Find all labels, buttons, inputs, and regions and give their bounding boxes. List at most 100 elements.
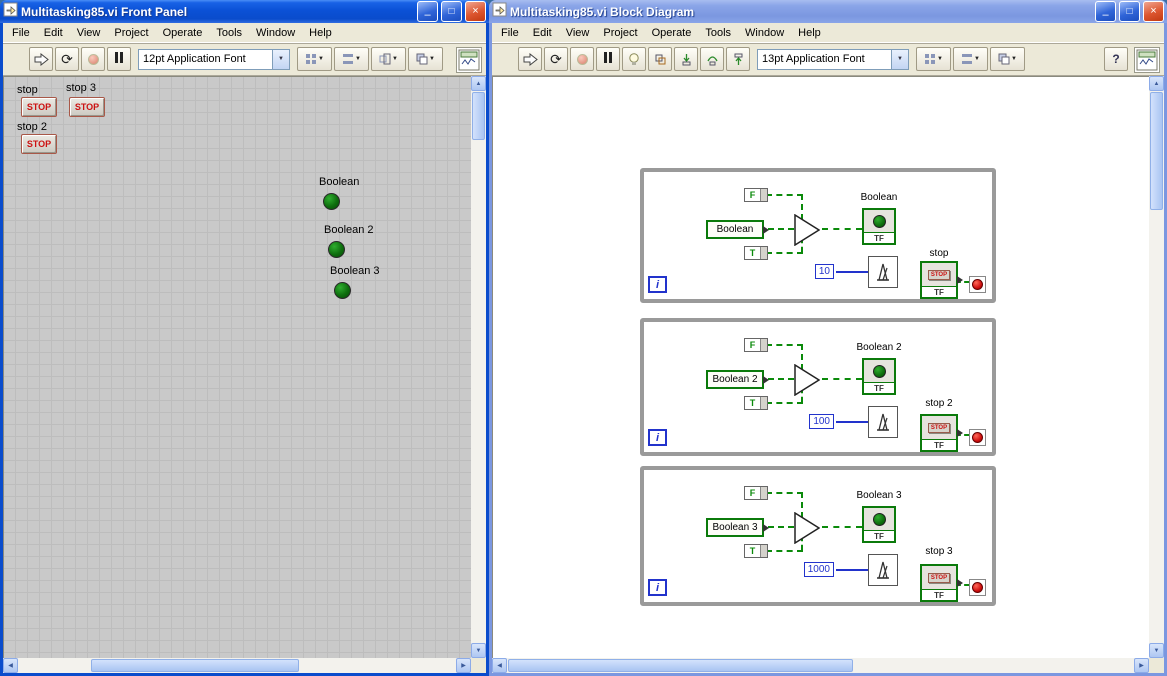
horizontal-scrollbar[interactable]: ◀ ▶: [3, 658, 471, 673]
step-into-button[interactable]: [674, 47, 698, 71]
menu-edit[interactable]: Edit: [37, 24, 70, 42]
menu-window[interactable]: Window: [249, 24, 302, 42]
boolean2-led[interactable]: [328, 241, 345, 258]
scroll-down-icon[interactable]: ▼: [471, 643, 486, 658]
close-button[interactable]: ×: [465, 1, 486, 22]
stop3-button[interactable]: STOP: [69, 97, 105, 117]
while-loop-2[interactable]: F Boolean 2 T Boolean 2 TF 100 stop 2 ST…: [640, 318, 996, 456]
reorder-objects-button[interactable]: ▼: [990, 47, 1025, 71]
scroll-up-icon[interactable]: ▲: [1149, 76, 1164, 91]
scrollbar-thumb[interactable]: [508, 659, 853, 672]
font-selector[interactable]: 13pt Application Font ▼: [757, 48, 909, 70]
title-bar[interactable]: Multitasking85.vi Front Panel – □ ×: [0, 0, 489, 23]
boolean-indicator-terminal[interactable]: TF: [862, 358, 896, 395]
menu-help[interactable]: Help: [302, 24, 339, 42]
iteration-terminal[interactable]: i: [648, 579, 667, 596]
vertical-scrollbar[interactable]: ▲ ▼: [471, 76, 486, 658]
combo-dropdown-icon[interactable]: ▼: [891, 49, 908, 69]
step-out-button[interactable]: [726, 47, 750, 71]
boolean-indicator-terminal[interactable]: TF: [862, 506, 896, 543]
stop-button-terminal[interactable]: STOP TF: [920, 261, 963, 299]
scroll-right-icon[interactable]: ▶: [1134, 658, 1149, 673]
abort-button[interactable]: [570, 47, 594, 71]
menu-tools[interactable]: Tools: [209, 24, 249, 42]
context-help-button[interactable]: ?: [1104, 47, 1128, 71]
boolean-control-terminal[interactable]: Boolean: [706, 220, 769, 239]
close-button[interactable]: ×: [1143, 1, 1164, 22]
true-constant[interactable]: T: [744, 396, 768, 410]
retain-wire-values-button[interactable]: [648, 47, 672, 71]
boolean3-led[interactable]: [334, 282, 351, 299]
front-panel-canvas[interactable]: stop stop 3 STOP STOP stop 2 STOP Boolea…: [3, 76, 486, 673]
iteration-terminal[interactable]: i: [648, 276, 667, 293]
stop2-button[interactable]: STOP: [21, 134, 57, 154]
menu-operate[interactable]: Operate: [156, 24, 210, 42]
pause-button[interactable]: [107, 47, 131, 71]
boolean-indicator-terminal[interactable]: TF: [862, 208, 896, 245]
menu-operate[interactable]: Operate: [645, 24, 699, 42]
scroll-up-icon[interactable]: ▲: [471, 76, 486, 91]
scroll-left-icon[interactable]: ◀: [492, 658, 507, 673]
wait-ms-constant[interactable]: 1000: [803, 562, 834, 577]
true-constant[interactable]: T: [744, 544, 768, 558]
run-continuously-button[interactable]: ⟳: [544, 47, 568, 71]
vertical-scrollbar[interactable]: ▲ ▼: [1149, 76, 1164, 658]
wait-ms-constant[interactable]: 100: [809, 414, 834, 429]
wait-ms-constant[interactable]: 10: [814, 264, 834, 279]
scroll-right-icon[interactable]: ▶: [456, 658, 471, 673]
distribute-objects-button[interactable]: ▼: [953, 47, 988, 71]
font-selector[interactable]: 12pt Application Font ▼: [138, 48, 290, 70]
false-constant[interactable]: F: [744, 338, 768, 352]
minimize-button[interactable]: –: [417, 1, 438, 22]
menu-project[interactable]: Project: [596, 24, 644, 42]
wait-ms-function[interactable]: [868, 554, 898, 586]
run-button[interactable]: [29, 47, 53, 71]
menu-edit[interactable]: Edit: [526, 24, 559, 42]
select-function[interactable]: [794, 511, 821, 545]
menu-view[interactable]: View: [559, 24, 597, 42]
stop-button[interactable]: STOP: [21, 97, 57, 117]
boolean-control-terminal[interactable]: Boolean 3: [706, 518, 769, 537]
align-objects-button[interactable]: ▼: [297, 47, 332, 71]
run-continuously-button[interactable]: ⟳: [55, 47, 79, 71]
distribute-objects-button[interactable]: ▼: [334, 47, 369, 71]
wait-ms-function[interactable]: [868, 406, 898, 438]
horizontal-scrollbar[interactable]: ◀ ▶: [492, 658, 1149, 673]
align-objects-button[interactable]: ▼: [916, 47, 951, 71]
menu-view[interactable]: View: [70, 24, 108, 42]
pause-button[interactable]: [596, 47, 620, 71]
menu-project[interactable]: Project: [107, 24, 155, 42]
scrollbar-thumb[interactable]: [472, 92, 485, 140]
abort-button[interactable]: [81, 47, 105, 71]
step-over-button[interactable]: [700, 47, 724, 71]
menu-help[interactable]: Help: [791, 24, 828, 42]
resize-objects-button[interactable]: ▼: [371, 47, 406, 71]
scroll-left-icon[interactable]: ◀: [3, 658, 18, 673]
while-loop-1[interactable]: F Boolean T Boolean TF 10 stop STOP TF i: [640, 168, 996, 303]
menu-tools[interactable]: Tools: [698, 24, 738, 42]
iteration-terminal[interactable]: i: [648, 429, 667, 446]
minimize-button[interactable]: –: [1095, 1, 1116, 22]
block-diagram-canvas[interactable]: F Boolean T Boolean TF 10 stop STOPTF i: [492, 76, 1164, 673]
run-button[interactable]: [518, 47, 542, 71]
menu-file[interactable]: File: [494, 24, 526, 42]
boolean-control-terminal[interactable]: Boolean 2: [706, 370, 769, 389]
stop-button-terminal[interactable]: STOP TF: [920, 414, 963, 452]
select-function[interactable]: [794, 213, 821, 247]
highlight-execution-button[interactable]: [622, 47, 646, 71]
loop-condition-terminal[interactable]: [969, 579, 986, 596]
scrollbar-thumb[interactable]: [1150, 92, 1163, 210]
combo-dropdown-icon[interactable]: ▼: [272, 49, 289, 69]
menu-window[interactable]: Window: [738, 24, 791, 42]
boolean-led[interactable]: [323, 193, 340, 210]
loop-condition-terminal[interactable]: [969, 276, 986, 293]
menu-file[interactable]: File: [5, 24, 37, 42]
while-loop-3[interactable]: F Boolean 3 T Boolean 3 TF 1000 stop 3 S…: [640, 466, 996, 606]
stop-button-terminal[interactable]: STOP TF: [920, 564, 963, 602]
select-function[interactable]: [794, 363, 821, 397]
maximize-button[interactable]: □: [1119, 1, 1140, 22]
wait-ms-function[interactable]: [868, 256, 898, 288]
title-bar[interactable]: Multitasking85.vi Block Diagram – □ ×: [489, 0, 1167, 23]
loop-condition-terminal[interactable]: [969, 429, 986, 446]
false-constant[interactable]: F: [744, 188, 768, 202]
